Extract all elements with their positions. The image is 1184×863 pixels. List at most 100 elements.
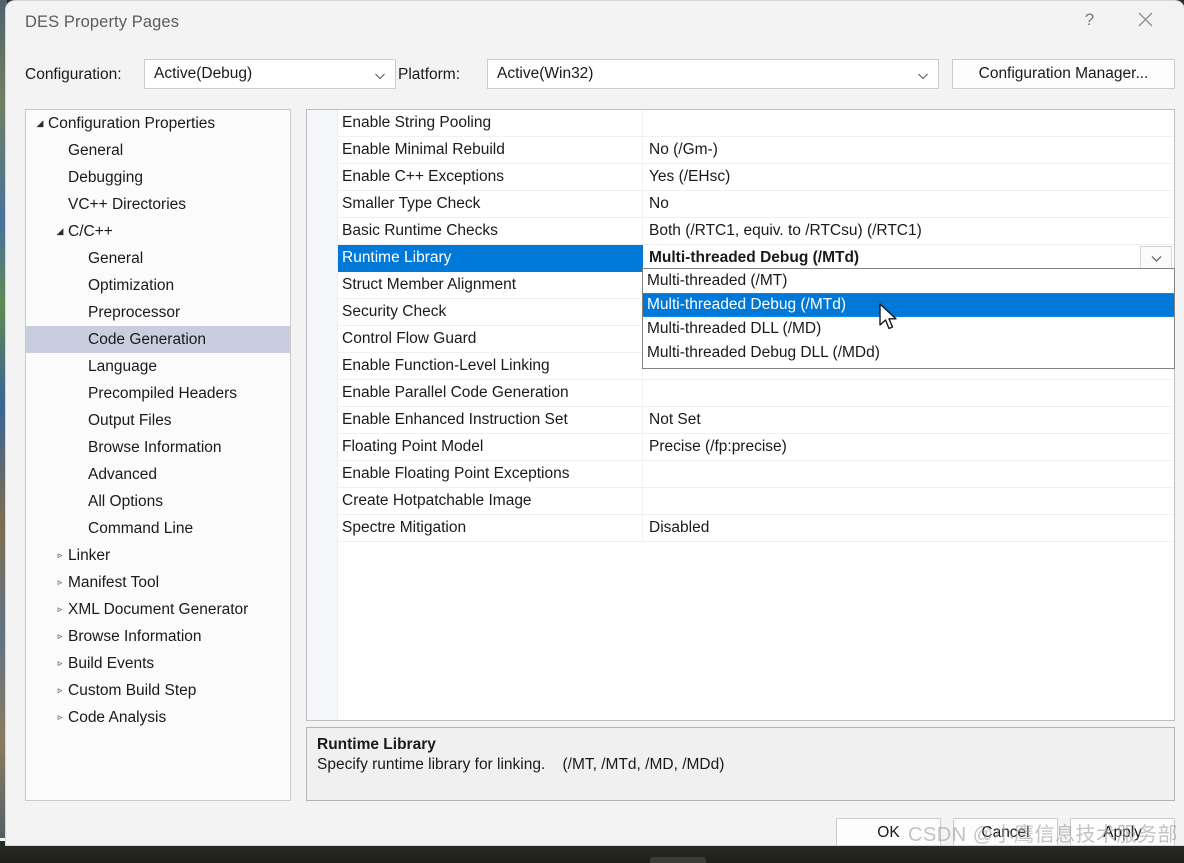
tree-item-build-events[interactable]: ▹ Build Events (26, 650, 290, 677)
tree-item-label: General (68, 141, 124, 159)
property-name: Spectre Mitigation (338, 515, 643, 541)
platform-label: Platform: (398, 66, 461, 83)
property-name: Enable Enhanced Instruction Set (338, 407, 643, 433)
property-value[interactable] (643, 380, 1174, 406)
tree-item-label: General (88, 249, 144, 267)
configuration-bar: Configuration: Active(Debug) Platform: A… (6, 47, 1184, 101)
tree-item-label: Build Events (68, 654, 155, 672)
configuration-select[interactable]: Active(Debug) (144, 59, 396, 89)
tree-item-label: XML Document Generator (68, 600, 249, 618)
tree-item-label: Browse Information (88, 438, 222, 456)
tree-item-code-analysis[interactable]: ▹ Code Analysis (26, 704, 290, 731)
property-name: Enable Floating Point Exceptions (338, 461, 643, 487)
property-row[interactable]: Enable C++ Exceptions Yes (/EHsc) (338, 164, 1174, 191)
tree-item-label: Code Generation (88, 330, 207, 348)
property-value[interactable] (643, 461, 1174, 487)
dropdown-option[interactable]: Multi-threaded (/MT) (643, 269, 1174, 293)
platform-select[interactable]: Active(Win32) (487, 59, 939, 89)
tree-item-label: Command Line (88, 519, 194, 537)
property-name: Basic Runtime Checks (338, 218, 643, 244)
property-value[interactable]: Not Set (643, 407, 1174, 433)
tree-item-label: Configuration Properties (48, 114, 216, 132)
property-row[interactable]: Basic Runtime Checks Both (/RTC1, equiv. … (338, 218, 1174, 245)
property-row[interactable]: Enable Floating Point Exceptions (338, 461, 1174, 488)
property-row[interactable]: Enable Enhanced Instruction Set Not Set (338, 407, 1174, 434)
tree-item-label: Output Files (88, 411, 172, 429)
tree-collapsed-arrow-icon[interactable]: ▹ (52, 632, 68, 641)
tree-collapsed-arrow-icon[interactable]: ▹ (52, 686, 68, 695)
tree-collapsed-arrow-icon[interactable]: ▹ (52, 605, 68, 614)
tree-expanded-arrow-icon[interactable]: ◢ (32, 119, 48, 128)
property-value[interactable]: Disabled (643, 515, 1174, 541)
tree-item-debugging[interactable]: Debugging (26, 164, 290, 191)
property-value[interactable]: Precise (/fp:precise) (643, 434, 1174, 460)
cancel-button[interactable]: Cancel (953, 818, 1058, 845)
dropdown-option[interactable]: Multi-threaded DLL (/MD) (643, 317, 1174, 341)
property-value[interactable]: No (/Gm-) (643, 137, 1174, 163)
configuration-value: Active(Debug) (154, 65, 253, 82)
property-row[interactable]: Floating Point Model Precise (/fp:precise… (338, 434, 1174, 461)
property-value[interactable] (643, 110, 1174, 136)
tree-item-general[interactable]: General (26, 137, 290, 164)
tree-item-xml-document-generator[interactable]: ▹ XML Document Generator (26, 596, 290, 623)
tree-item-command-line[interactable]: Command Line (26, 515, 290, 542)
configuration-manager-button[interactable]: Configuration Manager... (952, 59, 1175, 89)
tree-item-precompiled-headers[interactable]: Precompiled Headers (26, 380, 290, 407)
tree-item-label: Debugging (68, 168, 143, 186)
property-name: Security Check (338, 299, 643, 325)
tree-item-all-options[interactable]: All Options (26, 488, 290, 515)
property-row[interactable]: Smaller Type Check No (338, 191, 1174, 218)
tree-item-browse-information[interactable]: Browse Information (26, 434, 290, 461)
apply-button[interactable]: Apply (1070, 818, 1175, 845)
tree-item-general[interactable]: General (26, 245, 290, 272)
description-body: Specify runtime library for linking. (/M… (317, 756, 725, 773)
property-name: Create Hotpatchable Image (338, 488, 643, 514)
property-row[interactable]: Enable Parallel Code Generation (338, 380, 1174, 407)
close-button[interactable] (1122, 1, 1169, 38)
property-row[interactable]: Spectre Mitigation Disabled (338, 515, 1174, 542)
tree-item-custom-build-step[interactable]: ▹ Custom Build Step (26, 677, 290, 704)
tree-collapsed-arrow-icon[interactable]: ▹ (52, 713, 68, 722)
tree-item-code-generation[interactable]: Code Generation (26, 326, 290, 353)
property-value[interactable]: Yes (/EHsc) (643, 164, 1174, 190)
tree-collapsed-arrow-icon[interactable]: ▹ (52, 578, 68, 587)
tree-item-advanced[interactable]: Advanced (26, 461, 290, 488)
tree-item-browse-information[interactable]: ▹ Browse Information (26, 623, 290, 650)
tree-item-preprocessor[interactable]: Preprocessor (26, 299, 290, 326)
runtime-library-dropdown-list[interactable]: Multi-threaded (/MT) Multi-threaded Debug… (642, 268, 1175, 369)
property-row[interactable]: Create Hotpatchable Image (338, 488, 1174, 515)
tree-item-optimization[interactable]: Optimization (26, 272, 290, 299)
tree-collapsed-arrow-icon[interactable]: ▹ (52, 659, 68, 668)
property-value[interactable]: No (643, 191, 1174, 217)
property-row[interactable]: Enable Minimal Rebuild No (/Gm-) (338, 137, 1174, 164)
property-name: Enable C++ Exceptions (338, 164, 643, 190)
property-name: Enable Parallel Code Generation (338, 380, 643, 406)
tree-item-language[interactable]: Language (26, 353, 290, 380)
taskbar-item[interactable] (650, 857, 706, 863)
tree-item-linker[interactable]: ▹ Linker (26, 542, 290, 569)
tree-item-configuration-properties[interactable]: ◢ Configuration Properties (26, 110, 290, 137)
property-value[interactable] (643, 488, 1174, 514)
configuration-properties-tree[interactable]: ◢ Configuration Properties General Debuggin… (25, 109, 291, 801)
tree-item-label: VC++ Directories (68, 195, 187, 213)
ok-button[interactable]: OK (836, 818, 941, 845)
property-name: Smaller Type Check (338, 191, 643, 217)
property-name: Runtime Library (338, 245, 643, 271)
property-editor-dropdown-button[interactable] (1140, 246, 1172, 270)
tree-item-vc-directories[interactable]: VC++ Directories (26, 191, 290, 218)
property-grid[interactable]: Enable String Pooling Enable Minimal Rebu… (306, 109, 1175, 721)
tree-item-c-c[interactable]: ◢ C/C++ (26, 218, 290, 245)
property-value[interactable]: Both (/RTC1, equiv. to /RTCsu) (/RTC1) (643, 218, 1174, 244)
dropdown-option[interactable]: Multi-threaded Debug (/MTd) (643, 293, 1174, 317)
configuration-label: Configuration: (25, 66, 122, 83)
dropdown-option[interactable]: Multi-threaded Debug DLL (/MDd) (643, 341, 1174, 365)
property-name: Enable Function-Level Linking (338, 353, 643, 379)
property-row[interactable]: Enable String Pooling (338, 110, 1174, 137)
tree-list: ◢ Configuration Properties General Debuggin… (26, 110, 290, 731)
tree-collapsed-arrow-icon[interactable]: ▹ (52, 551, 68, 560)
property-name: Enable Minimal Rebuild (338, 137, 643, 163)
help-button[interactable]: ? (1066, 1, 1113, 38)
tree-expanded-arrow-icon[interactable]: ◢ (52, 227, 68, 236)
tree-item-manifest-tool[interactable]: ▹ Manifest Tool (26, 569, 290, 596)
tree-item-output-files[interactable]: Output Files (26, 407, 290, 434)
